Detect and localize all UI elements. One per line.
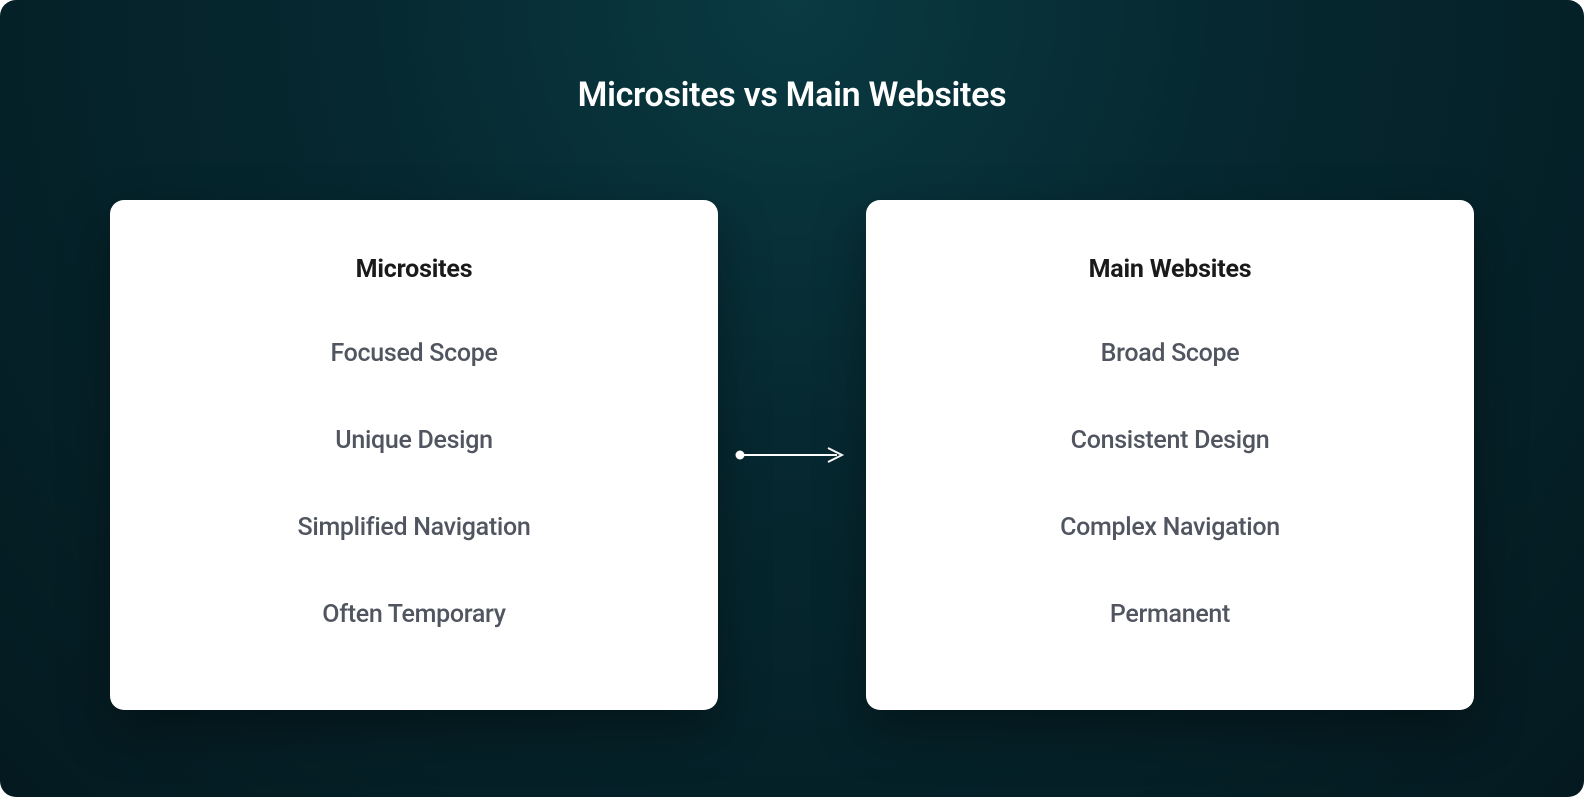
arrow-connector bbox=[718, 445, 866, 465]
left-card-item: Unique Design bbox=[335, 426, 492, 455]
right-card: Main Websites Broad Scope Consistent Des… bbox=[866, 200, 1474, 710]
cards-row: Microsites Focused Scope Unique Design S… bbox=[110, 200, 1474, 710]
right-card-item: Complex Navigation bbox=[1060, 513, 1280, 542]
right-card-item: Consistent Design bbox=[1071, 426, 1270, 455]
left-card-item: Simplified Navigation bbox=[298, 513, 531, 542]
right-card-heading: Main Websites bbox=[1089, 255, 1252, 284]
main-title: Microsites vs Main Websites bbox=[578, 75, 1007, 115]
right-card-item: Permanent bbox=[1110, 600, 1230, 629]
left-card-item: Focused Scope bbox=[330, 339, 497, 368]
diagram-container: Microsites vs Main Websites Microsites F… bbox=[0, 0, 1584, 797]
left-card: Microsites Focused Scope Unique Design S… bbox=[110, 200, 718, 710]
right-card-item: Broad Scope bbox=[1101, 339, 1240, 368]
arrow-icon bbox=[732, 445, 852, 465]
left-card-heading: Microsites bbox=[356, 255, 473, 284]
left-card-item: Often Temporary bbox=[322, 600, 505, 629]
